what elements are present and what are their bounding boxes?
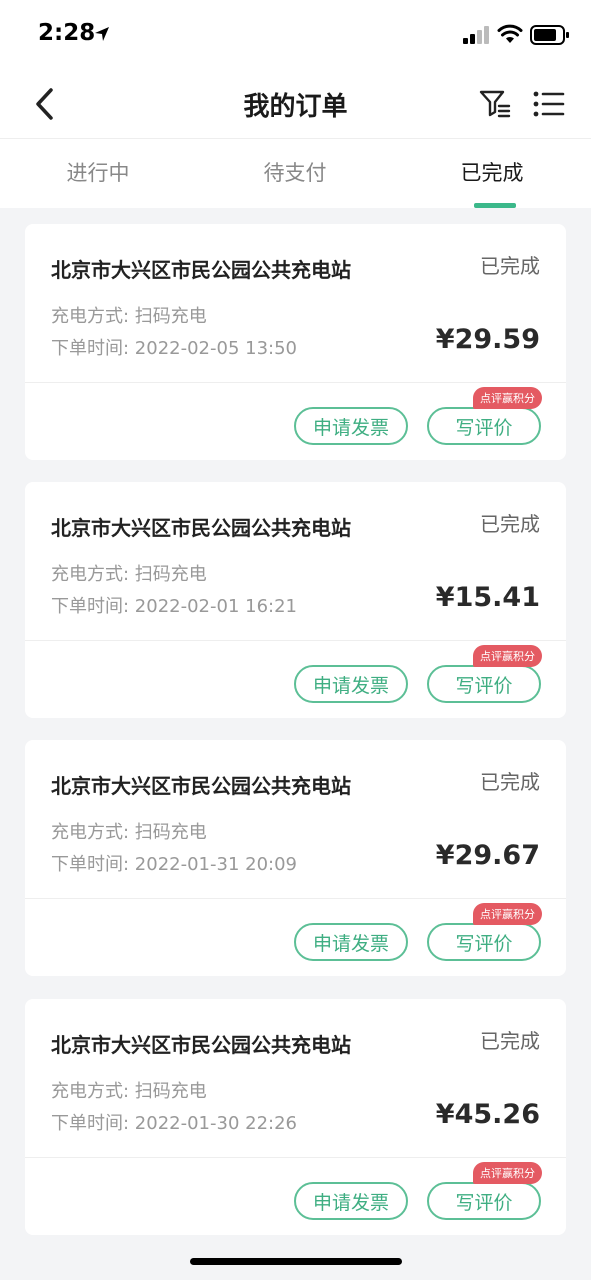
wifi-icon xyxy=(497,24,523,43)
charge-method: 充电方式: 扫码充电 xyxy=(51,1081,207,1102)
tab-completed[interactable]: 已完成 xyxy=(412,157,572,187)
station-name: 北京市大兴区市民公园公共充电站 xyxy=(51,258,351,282)
order-time: 下单时间: 2022-01-30 22:26 xyxy=(51,1113,297,1134)
menu-button[interactable] xyxy=(532,88,566,120)
charge-method: 充电方式: 扫码充电 xyxy=(51,822,207,843)
order-status: 已完成 xyxy=(480,254,540,278)
review-points-badge: 点评赢积分 xyxy=(473,903,542,925)
status-time: 2:28 xyxy=(38,20,96,46)
filter-button[interactable] xyxy=(478,88,512,120)
battery-icon xyxy=(530,25,569,45)
home-indicator[interactable] xyxy=(190,1258,402,1265)
order-status: 已完成 xyxy=(480,512,540,536)
divider xyxy=(25,1157,566,1158)
location-arrow-icon xyxy=(95,27,109,41)
order-price: ¥29.67 xyxy=(435,840,540,871)
tab-in-progress[interactable]: 进行中 xyxy=(18,157,178,187)
order-tabs: 进行中 待支付 已完成 xyxy=(0,138,591,208)
request-invoice-button[interactable]: 申请发票 xyxy=(294,923,408,961)
order-card[interactable]: 北京市大兴区市民公园公共充电站 已完成 充电方式: 扫码充电 下单时间: 202… xyxy=(25,740,566,976)
order-card[interactable]: 北京市大兴区市民公园公共充电站 已完成 充电方式: 扫码充电 下单时间: 202… xyxy=(25,224,566,460)
order-status: 已完成 xyxy=(480,770,540,794)
order-card[interactable]: 北京市大兴区市民公园公共充电站 已完成 充电方式: 扫码充电 下单时间: 202… xyxy=(25,482,566,718)
divider xyxy=(25,382,566,383)
list-icon xyxy=(533,91,565,117)
charge-method: 充电方式: 扫码充电 xyxy=(51,564,207,585)
review-points-badge: 点评赢积分 xyxy=(473,387,542,409)
request-invoice-button[interactable]: 申请发票 xyxy=(294,665,408,703)
request-invoice-button[interactable]: 申请发票 xyxy=(294,407,408,445)
write-review-button[interactable]: 写评价 xyxy=(427,407,541,445)
write-review-button[interactable]: 写评价 xyxy=(427,923,541,961)
order-price: ¥29.59 xyxy=(435,324,540,355)
order-price: ¥45.26 xyxy=(435,1099,540,1130)
station-name: 北京市大兴区市民公园公共充电站 xyxy=(51,516,351,540)
write-review-button[interactable]: 写评价 xyxy=(427,665,541,703)
nav-bar: 我的订单 xyxy=(0,70,591,138)
signal-icon xyxy=(463,26,489,44)
divider xyxy=(25,640,566,641)
filter-icon xyxy=(479,90,511,118)
order-time: 下单时间: 2022-01-31 20:09 xyxy=(51,854,297,875)
status-bar: 2:28 xyxy=(0,0,591,70)
order-status: 已完成 xyxy=(480,1029,540,1053)
request-invoice-button[interactable]: 申请发票 xyxy=(294,1182,408,1220)
station-name: 北京市大兴区市民公园公共充电站 xyxy=(51,1033,351,1057)
tab-pending-payment[interactable]: 待支付 xyxy=(215,157,375,187)
order-time: 下单时间: 2022-02-05 13:50 xyxy=(51,338,297,359)
order-price: ¥15.41 xyxy=(435,582,540,613)
review-points-badge: 点评赢积分 xyxy=(473,645,542,667)
review-points-badge: 点评赢积分 xyxy=(473,1162,542,1184)
write-review-button[interactable]: 写评价 xyxy=(427,1182,541,1220)
station-name: 北京市大兴区市民公园公共充电站 xyxy=(51,774,351,798)
order-time: 下单时间: 2022-02-01 16:21 xyxy=(51,596,297,617)
order-card[interactable]: 北京市大兴区市民公园公共充电站 已完成 充电方式: 扫码充电 下单时间: 202… xyxy=(25,999,566,1235)
charge-method: 充电方式: 扫码充电 xyxy=(51,306,207,327)
divider xyxy=(25,898,566,899)
active-tab-indicator xyxy=(474,203,516,208)
